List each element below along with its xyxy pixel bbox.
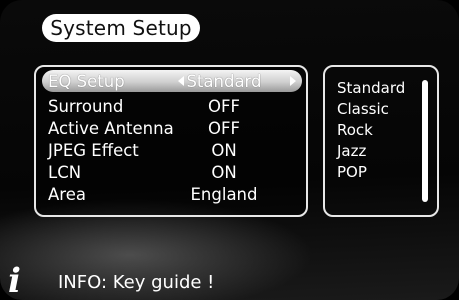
menu-value-eq-setup: Standard [186,71,262,91]
arrow-right-icon[interactable] [290,76,296,86]
options-list-panel: Standard Classic Rock Jazz POP [323,65,439,217]
option-item-pop[interactable]: POP [337,163,367,181]
menu-value-jpeg-effect: ON [211,140,237,160]
menu-row-jpeg-effect[interactable]: JPEG Effect ON [42,139,302,161]
menu-label-active-antenna: Active Antenna [48,118,174,138]
option-item-standard[interactable]: Standard [337,79,405,97]
option-item-classic[interactable]: Classic [337,100,389,118]
menu-row-active-antenna[interactable]: Active Antenna OFF [42,117,302,139]
options-scrollbar[interactable] [422,80,428,202]
menu-row-eq-setup[interactable]: EQ Setup Standard [42,70,302,92]
menu-value-active-antenna: OFF [208,118,240,138]
menu-row-area[interactable]: Area England [42,183,302,205]
menu-row-surround[interactable]: Surround OFF [42,95,302,117]
menu-value-area: England [190,184,258,204]
settings-menu-panel: EQ Setup Standard Surround OFF Active An… [34,65,308,217]
option-item-jazz[interactable]: Jazz [337,142,366,160]
menu-label-area: Area [48,184,86,204]
menu-label-jpeg-effect: JPEG Effect [48,140,139,160]
arrow-left-icon[interactable] [178,76,184,86]
menu-label-lcn: LCN [48,162,82,182]
menu-label-surround: Surround [48,96,124,116]
info-icon: i [8,261,21,300]
option-item-rock[interactable]: Rock [337,121,373,139]
menu-label-eq-setup: EQ Setup [48,71,125,91]
info-key-guide-text: INFO: Key guide ! [58,272,215,293]
menu-row-lcn[interactable]: LCN ON [42,161,302,183]
page-title: System Setup [42,14,200,42]
tv-screen: System Setup EQ Setup Standard Surround … [0,0,459,300]
menu-value-lcn: ON [211,162,237,182]
menu-value-surround: OFF [208,96,240,116]
